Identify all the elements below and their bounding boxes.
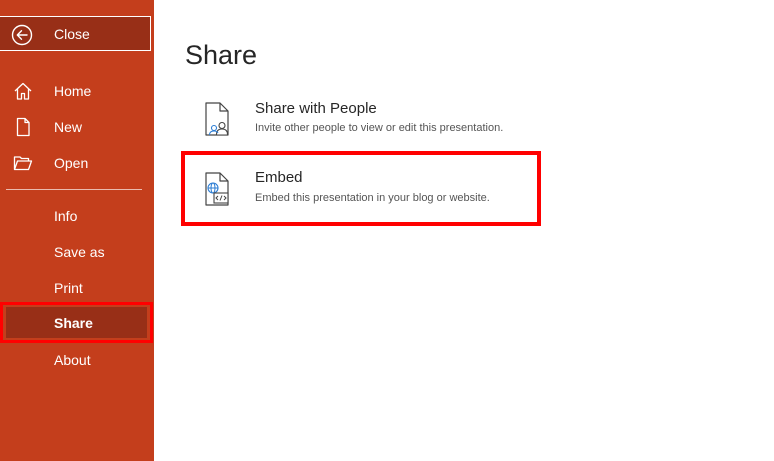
sidebar-item-label: Open <box>54 155 89 171</box>
sidebar-item-label: Share <box>54 315 93 331</box>
share-with-people-option[interactable]: Share with People Invite other people to… <box>194 95 554 143</box>
sidebar-item-label: New <box>54 119 83 135</box>
close-button[interactable]: Close <box>0 16 151 51</box>
embed-icon <box>205 172 229 206</box>
sidebar-item-open[interactable]: Open <box>0 145 154 181</box>
backstage-view: Close Home New Open Info Save as Print S… <box>0 0 774 461</box>
sidebar-item-save-as[interactable]: Save as <box>0 234 154 270</box>
sidebar-item-label: About <box>54 352 91 368</box>
sidebar-item-label: Print <box>54 280 83 296</box>
close-label: Close <box>54 26 90 42</box>
new-document-icon <box>16 117 30 137</box>
page-title: Share <box>185 40 258 70</box>
sidebar-item-print[interactable]: Print <box>0 270 154 306</box>
share-with-people-icon <box>205 102 229 136</box>
sidebar-item-label: Home <box>54 83 92 99</box>
sidebar-item-new[interactable]: New <box>0 109 154 145</box>
sidebar-item-home[interactable]: Home <box>0 73 154 109</box>
sidebar-divider <box>6 189 142 190</box>
back-arrow-icon <box>11 24 33 46</box>
share-pane: Share Share with People Invite other peo… <box>154 0 774 461</box>
open-folder-icon <box>13 156 33 171</box>
backstage-sidebar: Close Home New Open Info Save as Print S… <box>0 0 154 461</box>
option-title: Embed <box>255 169 303 186</box>
sidebar-item-label: Info <box>54 208 78 224</box>
option-description: Invite other people to view or edit this… <box>255 122 504 134</box>
home-icon <box>14 82 32 100</box>
sidebar-item-share[interactable]: Share <box>0 302 153 343</box>
sidebar-item-about[interactable]: About <box>0 342 154 378</box>
sidebar-item-label: Save as <box>54 244 105 260</box>
sidebar-item-info[interactable]: Info <box>0 198 154 234</box>
option-description: Embed this presentation in your blog or … <box>255 192 490 204</box>
embed-option[interactable]: Embed Embed this presentation in your bl… <box>181 151 541 226</box>
option-title: Share with People <box>255 100 377 117</box>
